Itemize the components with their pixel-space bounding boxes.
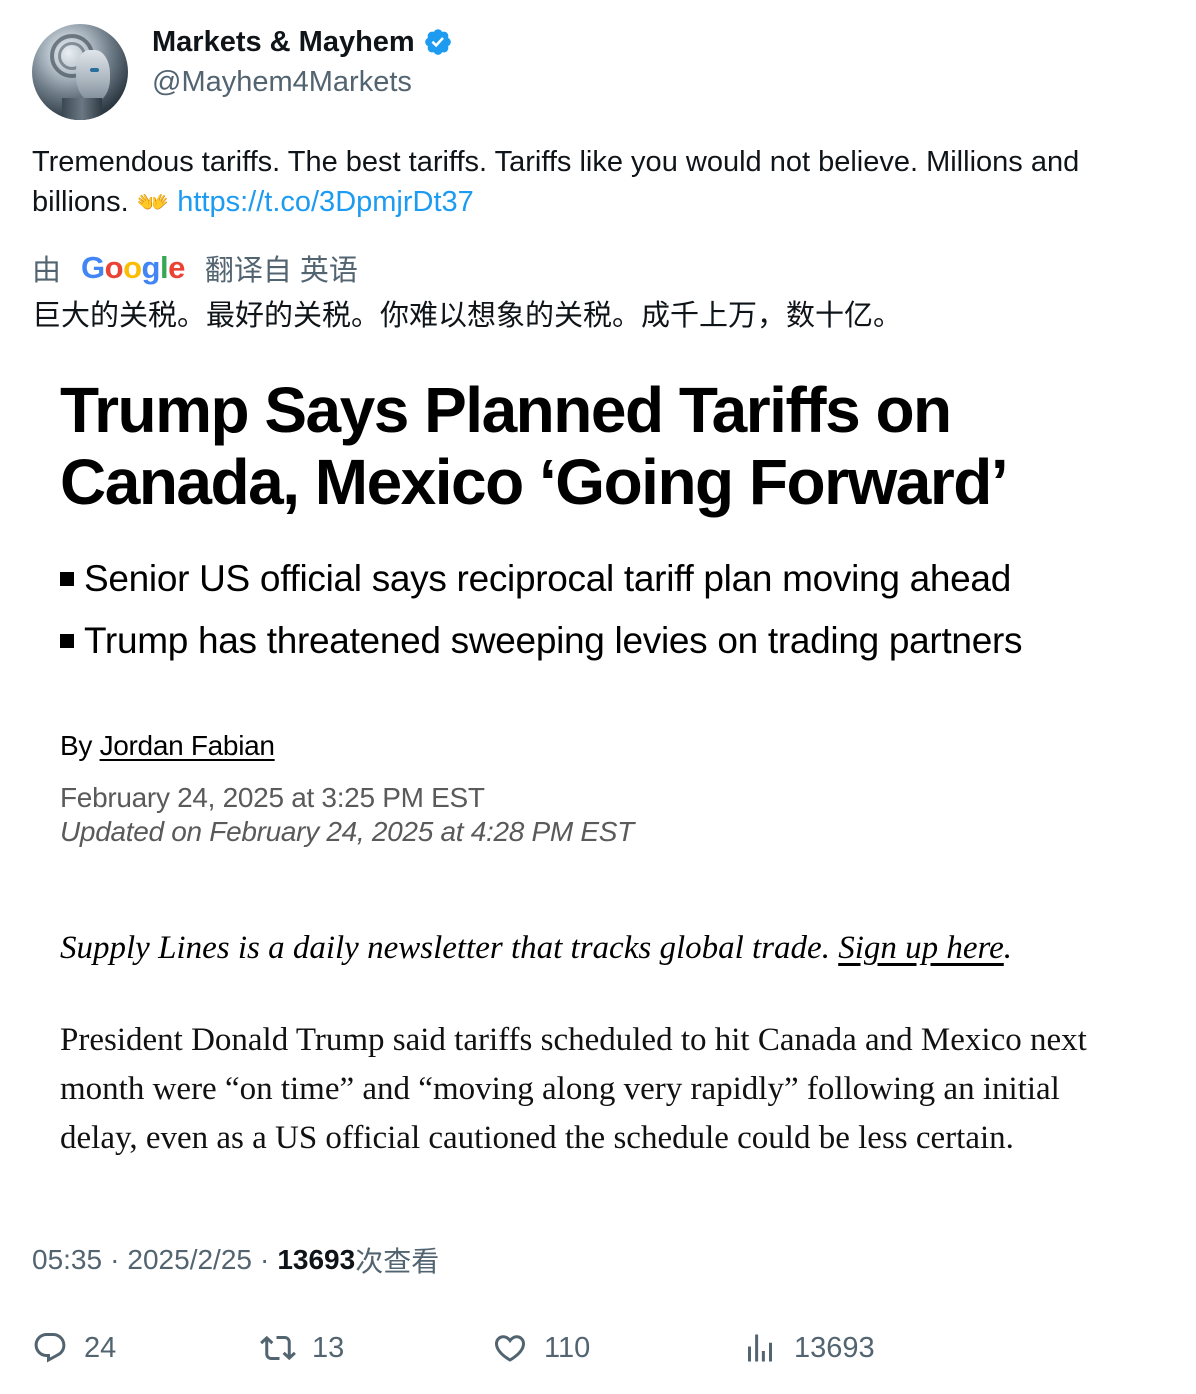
views-button[interactable]: 13693	[742, 1322, 875, 1374]
tweet-date[interactable]: 2025/2/25	[127, 1244, 252, 1276]
meta-separator: ·	[259, 1244, 270, 1275]
action-bar: 24 13 110 13693	[32, 1322, 1162, 1374]
view-label: 次查看	[355, 1246, 440, 1277]
name-row: Markets & Mayhem	[152, 24, 453, 60]
views-count: 13693	[794, 1331, 875, 1364]
retweet-count: 13	[312, 1331, 345, 1364]
translation-suffix: 翻译自 英语	[204, 255, 358, 287]
newsletter-text: Supply Lines is a daily newsletter that …	[60, 930, 830, 966]
reply-button[interactable]: 24	[32, 1322, 116, 1374]
avatar-face	[76, 50, 110, 102]
article-headline: Trump Says Planned Tariffs on Canada, Me…	[60, 374, 1009, 518]
user-handle[interactable]: @Mayhem4Markets	[152, 66, 412, 99]
google-logo[interactable]: Google	[81, 250, 185, 286]
tweet-meta: 05:35 · 2025/2/25 · 13693 次查看	[32, 1240, 439, 1280]
retweet-icon	[260, 1335, 296, 1361]
bullet-square-icon	[60, 572, 74, 586]
display-name[interactable]: Markets & Mayhem	[152, 26, 415, 59]
article-author: Jordan Fabian	[99, 730, 275, 761]
verified-badge-icon	[424, 29, 451, 55]
bullet-text: Trump has threatened sweeping levies on …	[84, 620, 1023, 661]
tweet-link[interactable]: https://t.co/3DpmjrDt37	[177, 186, 474, 218]
tweet-header: Markets & Mayhem @Mayhem4Markets	[32, 24, 1162, 120]
reply-icon	[34, 1333, 66, 1363]
like-button[interactable]: 110	[492, 1322, 590, 1374]
article-byline: By Jordan Fabian	[60, 730, 275, 762]
avatar-eye	[90, 68, 99, 72]
article-body: President Donald Trump said tariffs sche…	[60, 1022, 1087, 1156]
open-hands-emoji: 👐	[136, 187, 170, 217]
bullet-square-icon	[60, 634, 74, 648]
retweet-button[interactable]: 13	[260, 1322, 344, 1374]
newsletter-end: .	[1003, 930, 1013, 966]
meta-separator: ·	[110, 1244, 120, 1275]
reply-count: 24	[84, 1331, 117, 1364]
article-image[interactable]: Trump Says Planned Tariffs on Canada, Me…	[32, 352, 1164, 1222]
article-bullet: Senior US official says reciprocal tarif…	[60, 548, 1160, 610]
article-bullet: Trump has threatened sweeping levies on …	[60, 610, 1160, 672]
analytics-icon	[748, 1334, 772, 1362]
tweet-time[interactable]: 05:35	[32, 1244, 102, 1276]
translated-text: 巨大的关税。最好的关税。你难以想象的关税。成千上万，数十亿。	[32, 300, 903, 332]
like-count: 110	[544, 1331, 591, 1364]
tweet-text: Tremendous tariffs. The best tariffs. Ta…	[32, 142, 1162, 222]
newsletter-signup-link: Sign up here	[838, 930, 1004, 966]
avatar[interactable]	[32, 24, 128, 120]
view-count: 13693	[277, 1244, 356, 1275]
newsletter-note: Supply Lines is a daily newsletter that …	[60, 930, 1012, 967]
heart-icon	[494, 1335, 526, 1362]
article-date: February 24, 2025 at 3:25 PM EST	[60, 782, 485, 813]
avatar-neck	[62, 98, 102, 120]
translation-prefix: 由	[32, 255, 62, 287]
bullet-text: Senior US official says reciprocal tarif…	[84, 558, 1011, 599]
byline-prefix: By	[60, 730, 93, 761]
translation-attribution: 由 Google 翻译自 英语	[32, 248, 358, 288]
article-bullets: Senior US official says reciprocal tarif…	[60, 548, 1160, 672]
article-updated-date: Updated on February 24, 2025 at 4:28 PM …	[60, 816, 634, 847]
